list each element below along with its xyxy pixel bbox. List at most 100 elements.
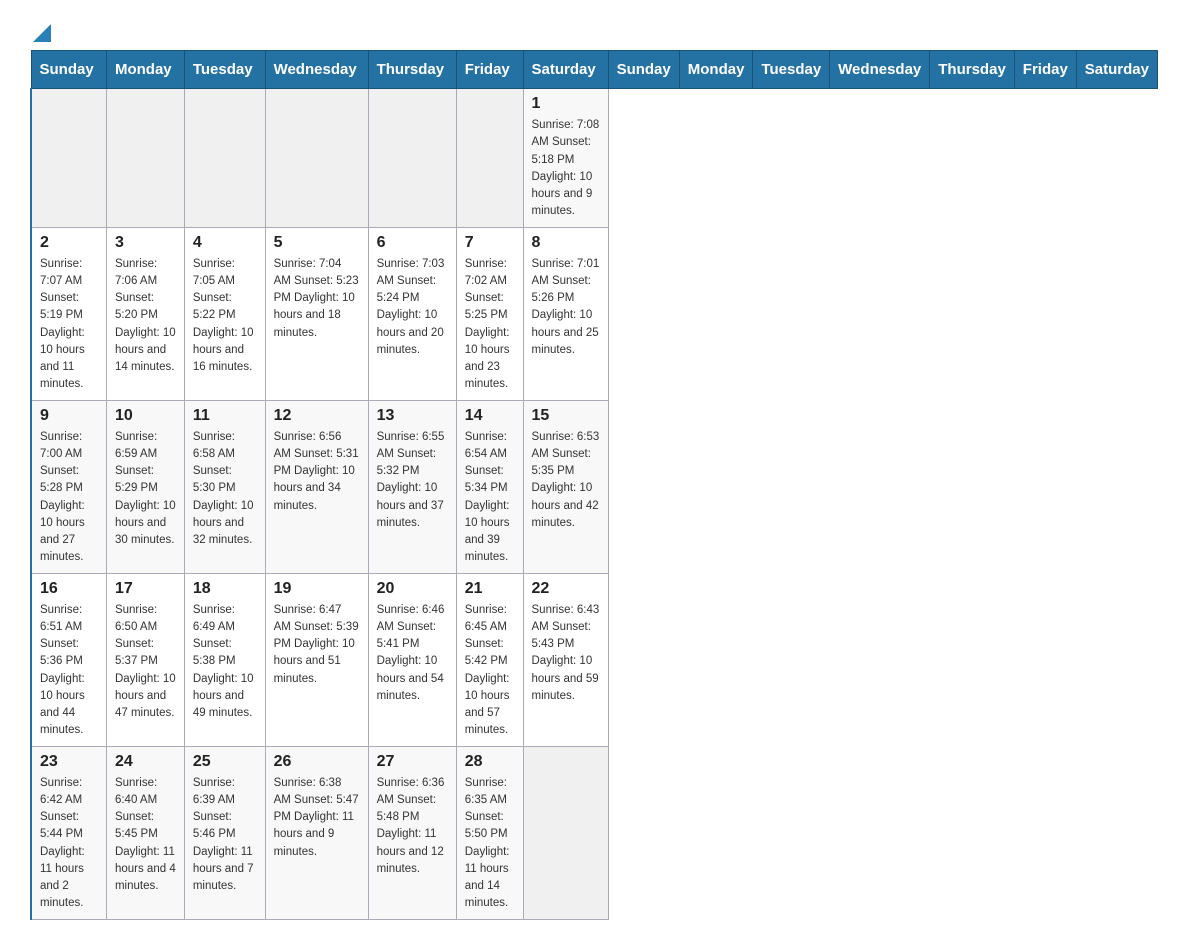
calendar-cell: 23 Sunrise: 6:42 AM Sunset: 5:44 PM Dayli… — [31, 746, 106, 919]
day-number: 28 — [465, 753, 515, 771]
day-info: Sunrise: 6:45 AM Sunset: 5:42 PM Dayligh… — [465, 602, 515, 740]
day-info: Sunrise: 6:40 AM Sunset: 5:45 PM Dayligh… — [115, 775, 176, 896]
day-of-week-header: Monday — [679, 51, 753, 89]
calendar-cell: 18 Sunrise: 6:49 AM Sunset: 5:38 PM Dayli… — [184, 573, 265, 746]
calendar-cell: 8 Sunrise: 7:01 AM Sunset: 5:26 PM Daylig… — [523, 227, 608, 400]
day-info: Sunrise: 7:07 AM Sunset: 5:19 PM Dayligh… — [40, 256, 98, 394]
calendar-week-row: 16Sunrise: 6:51 AM Sunset: 5:36 PM Dayli… — [31, 573, 1158, 746]
calendar-week-row: 1Sunrise: 7:08 AM Sunset: 5:18 PM Daylig… — [31, 89, 1158, 228]
day-number: 26 — [274, 753, 360, 771]
day-of-week-header: Tuesday — [184, 51, 265, 89]
calendar-cell: 21 Sunrise: 6:45 AM Sunset: 5:42 PM Dayli… — [456, 573, 523, 746]
calendar-cell: 5Sunrise: 7:04 AM Sunset: 5:23 PM Daylig… — [265, 227, 368, 400]
day-number: 1 — [532, 95, 600, 113]
day-number: 21 — [465, 580, 515, 598]
calendar-cell: 3 Sunrise: 7:06 AM Sunset: 5:20 PM Daylig… — [106, 227, 184, 400]
day-number: 8 — [532, 234, 600, 252]
day-info: Sunrise: 7:04 AM Sunset: 5:23 PM Dayligh… — [274, 256, 360, 342]
day-info: Sunrise: 6:38 AM Sunset: 5:47 PM Dayligh… — [274, 775, 360, 861]
calendar-cell: 14 Sunrise: 6:54 AM Sunset: 5:34 PM Dayli… — [456, 400, 523, 573]
calendar-cell: 26 Sunrise: 6:38 AM Sunset: 5:47 PM Dayli… — [265, 746, 368, 919]
day-info: Sunrise: 6:55 AM Sunset: 5:32 PM Dayligh… — [377, 429, 448, 533]
day-info: Sunrise: 6:58 AM Sunset: 5:30 PM Dayligh… — [193, 429, 257, 550]
day-info: Sunrise: 7:00 AM Sunset: 5:28 PM Dayligh… — [40, 429, 98, 567]
day-info: Sunrise: 6:42 AM Sunset: 5:44 PM Dayligh… — [40, 775, 98, 913]
day-of-week-header: Wednesday — [265, 51, 368, 89]
day-of-week-header: Friday — [456, 51, 523, 89]
day-number: 27 — [377, 753, 448, 771]
calendar-week-row: 23 Sunrise: 6:42 AM Sunset: 5:44 PM Dayli… — [31, 746, 1158, 919]
day-of-week-header: Wednesday — [830, 51, 930, 89]
calendar-cell: 28Sunrise: 6:35 AM Sunset: 5:50 PM Dayli… — [456, 746, 523, 919]
day-info: Sunrise: 6:36 AM Sunset: 5:48 PM Dayligh… — [377, 775, 448, 879]
day-number: 25 — [193, 753, 257, 771]
day-info: Sunrise: 6:47 AM Sunset: 5:39 PM Dayligh… — [274, 602, 360, 688]
day-info: Sunrise: 6:39 AM Sunset: 5:46 PM Dayligh… — [193, 775, 257, 896]
calendar-cell — [31, 89, 106, 228]
day-info: Sunrise: 7:01 AM Sunset: 5:26 PM Dayligh… — [532, 256, 600, 360]
page-header — [30, 20, 1158, 40]
calendar-cell: 15 Sunrise: 6:53 AM Sunset: 5:35 PM Dayli… — [523, 400, 608, 573]
calendar-cell: 25 Sunrise: 6:39 AM Sunset: 5:46 PM Dayli… — [184, 746, 265, 919]
calendar-cell — [106, 89, 184, 228]
calendar-week-row: 9Sunrise: 7:00 AM Sunset: 5:28 PM Daylig… — [31, 400, 1158, 573]
calendar-cell — [523, 746, 608, 919]
day-number: 6 — [377, 234, 448, 252]
day-number: 3 — [115, 234, 176, 252]
day-info: Sunrise: 6:54 AM Sunset: 5:34 PM Dayligh… — [465, 429, 515, 567]
day-number: 23 — [40, 753, 98, 771]
day-number: 16 — [40, 580, 98, 598]
calendar-cell: 19 Sunrise: 6:47 AM Sunset: 5:39 PM Dayli… — [265, 573, 368, 746]
day-of-week-header: Friday — [1014, 51, 1076, 89]
calendar-cell: 9Sunrise: 7:00 AM Sunset: 5:28 PM Daylig… — [31, 400, 106, 573]
calendar-cell: 10 Sunrise: 6:59 AM Sunset: 5:29 PM Dayli… — [106, 400, 184, 573]
day-number: 7 — [465, 234, 515, 252]
day-number: 24 — [115, 753, 176, 771]
day-of-week-header: Thursday — [368, 51, 456, 89]
day-info: Sunrise: 7:05 AM Sunset: 5:22 PM Dayligh… — [193, 256, 257, 377]
day-info: Sunrise: 6:46 AM Sunset: 5:41 PM Dayligh… — [377, 602, 448, 706]
calendar-cell: 6 Sunrise: 7:03 AM Sunset: 5:24 PM Daylig… — [368, 227, 456, 400]
calendar-cell — [184, 89, 265, 228]
day-number: 10 — [115, 407, 176, 425]
day-info: Sunrise: 7:03 AM Sunset: 5:24 PM Dayligh… — [377, 256, 448, 360]
calendar-cell: 1Sunrise: 7:08 AM Sunset: 5:18 PM Daylig… — [523, 89, 608, 228]
day-of-week-header: Saturday — [523, 51, 608, 89]
day-number: 11 — [193, 407, 257, 425]
day-number: 17 — [115, 580, 176, 598]
day-of-week-header: Tuesday — [753, 51, 830, 89]
calendar-cell: 16Sunrise: 6:51 AM Sunset: 5:36 PM Dayli… — [31, 573, 106, 746]
day-info: Sunrise: 6:59 AM Sunset: 5:29 PM Dayligh… — [115, 429, 176, 550]
calendar-cell: 24 Sunrise: 6:40 AM Sunset: 5:45 PM Dayli… — [106, 746, 184, 919]
day-number: 14 — [465, 407, 515, 425]
day-number: 13 — [377, 407, 448, 425]
day-of-week-header: Monday — [106, 51, 184, 89]
day-number: 22 — [532, 580, 600, 598]
calendar-cell: 27 Sunrise: 6:36 AM Sunset: 5:48 PM Dayli… — [368, 746, 456, 919]
calendar-cell: 4 Sunrise: 7:05 AM Sunset: 5:22 PM Daylig… — [184, 227, 265, 400]
calendar-cell: 20Sunrise: 6:46 AM Sunset: 5:41 PM Dayli… — [368, 573, 456, 746]
calendar-cell — [265, 89, 368, 228]
day-number: 15 — [532, 407, 600, 425]
logo-triangle-icon — [33, 20, 51, 42]
day-info: Sunrise: 6:50 AM Sunset: 5:37 PM Dayligh… — [115, 602, 176, 723]
day-info: Sunrise: 7:06 AM Sunset: 5:20 PM Dayligh… — [115, 256, 176, 377]
day-number: 4 — [193, 234, 257, 252]
day-number: 2 — [40, 234, 98, 252]
calendar-cell: 2 Sunrise: 7:07 AM Sunset: 5:19 PM Daylig… — [31, 227, 106, 400]
calendar-cell: 11 Sunrise: 6:58 AM Sunset: 5:30 PM Dayli… — [184, 400, 265, 573]
day-number: 12 — [274, 407, 360, 425]
calendar-cell: 17 Sunrise: 6:50 AM Sunset: 5:37 PM Dayli… — [106, 573, 184, 746]
day-number: 18 — [193, 580, 257, 598]
calendar-cell — [456, 89, 523, 228]
day-of-week-header: Sunday — [608, 51, 679, 89]
logo — [30, 20, 51, 40]
calendar-cell: 7 Sunrise: 7:02 AM Sunset: 5:25 PM Daylig… — [456, 227, 523, 400]
day-info: Sunrise: 7:02 AM Sunset: 5:25 PM Dayligh… — [465, 256, 515, 394]
calendar-cell: 13 Sunrise: 6:55 AM Sunset: 5:32 PM Dayli… — [368, 400, 456, 573]
day-number: 19 — [274, 580, 360, 598]
day-info: Sunrise: 6:56 AM Sunset: 5:31 PM Dayligh… — [274, 429, 360, 515]
day-of-week-header: Sunday — [31, 51, 106, 89]
day-info: Sunrise: 6:53 AM Sunset: 5:35 PM Dayligh… — [532, 429, 600, 533]
day-info: Sunrise: 6:49 AM Sunset: 5:38 PM Dayligh… — [193, 602, 257, 723]
